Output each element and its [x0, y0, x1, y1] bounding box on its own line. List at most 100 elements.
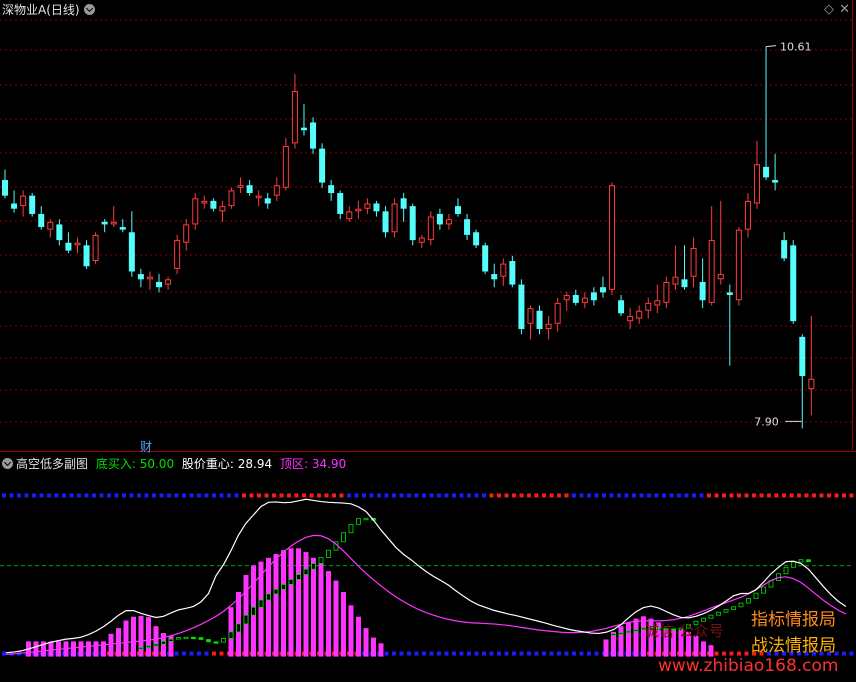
chart-title: 深物业A(日线) — [2, 1, 95, 18]
candle — [545, 315, 552, 340]
level-dot — [782, 493, 786, 498]
level-dot — [452, 493, 456, 498]
candle-body — [47, 221, 54, 230]
green-step — [791, 561, 796, 568]
candle — [300, 104, 307, 136]
candle-body — [183, 224, 190, 243]
close-icon[interactable]: ✕ — [839, 2, 850, 17]
green-step — [806, 559, 811, 563]
level-dot — [219, 651, 224, 656]
candle — [554, 297, 561, 332]
candle-body — [92, 234, 99, 262]
diamond-icon[interactable]: ◇ — [824, 2, 834, 17]
level-dot — [534, 493, 539, 498]
candle-body — [391, 203, 398, 233]
level-dot — [594, 651, 599, 656]
level-dot — [339, 493, 344, 498]
level-dot — [729, 651, 734, 656]
candle-body — [445, 219, 452, 225]
green-step — [146, 645, 151, 648]
level-dot — [587, 493, 591, 498]
level-dot — [527, 651, 531, 656]
candle-body — [2, 179, 8, 196]
level-dot — [579, 493, 584, 498]
candle — [337, 190, 344, 220]
green-step — [356, 518, 361, 525]
level-dot — [692, 493, 696, 498]
indicator-bar — [288, 548, 294, 657]
indicator-bar — [153, 626, 159, 657]
level-dot — [842, 493, 846, 498]
green-step — [303, 568, 309, 575]
candle-body — [527, 308, 534, 324]
indicator-bar — [356, 616, 361, 657]
level-dot — [174, 651, 179, 656]
indicator-bar — [326, 571, 331, 657]
green-step — [273, 588, 279, 595]
candle-body — [735, 229, 742, 301]
candle-body — [56, 224, 63, 241]
candle — [690, 237, 697, 288]
level-dot — [347, 493, 351, 498]
level-dot — [279, 493, 284, 498]
dropdown-icon[interactable] — [83, 4, 95, 15]
level-dot — [737, 493, 741, 498]
candle — [165, 276, 172, 290]
indicator-bar — [708, 645, 714, 657]
green-step — [626, 630, 631, 634]
level-dot — [407, 651, 411, 656]
level-dot — [302, 493, 306, 498]
watermark-url: www.zhibiao168.com — [658, 656, 839, 676]
level-dot — [632, 493, 636, 498]
max-price-label: 10.61 — [780, 41, 812, 54]
level-dot — [707, 493, 711, 498]
candle-body — [636, 310, 643, 319]
candle-body — [790, 245, 797, 322]
level-dot — [849, 493, 854, 498]
level-dot — [437, 493, 441, 498]
candle — [110, 206, 117, 228]
candle — [708, 206, 715, 306]
candle-body — [110, 221, 117, 225]
candle — [409, 203, 416, 246]
level-dot — [459, 493, 464, 498]
level-dot — [407, 493, 411, 498]
level-dot — [294, 493, 299, 498]
indicator-bar — [296, 548, 301, 657]
level-dot — [384, 651, 389, 656]
indicator-panel — [0, 493, 854, 657]
level-dot — [212, 493, 216, 498]
buy-value: 50.00 — [139, 457, 175, 471]
level-dot — [639, 493, 644, 498]
level-dot — [317, 493, 321, 498]
level-dot — [84, 493, 89, 498]
candle — [445, 213, 452, 230]
level-dot — [77, 493, 81, 498]
chart-stage: 10.61 7.90 深物业A(日线) ◇ ✕ 高空低多副图 底买入: 50.00… — [0, 0, 856, 682]
level-dot — [669, 493, 674, 498]
level-dot — [519, 493, 524, 498]
indicator-dropdown-icon[interactable] — [2, 458, 13, 469]
candle-body — [192, 198, 199, 225]
candle-body — [38, 213, 45, 228]
level-dot — [62, 493, 66, 498]
candle-body — [83, 245, 90, 267]
level-dot — [684, 493, 689, 498]
indicator-bar — [273, 554, 279, 657]
level-dot — [24, 493, 29, 498]
candle-body — [473, 232, 480, 246]
level-dot — [827, 493, 831, 498]
level-dot — [159, 493, 164, 498]
candle — [744, 193, 751, 238]
cai-marker[interactable]: 财 — [140, 438, 152, 455]
candle-body — [300, 127, 307, 131]
candle — [328, 179, 335, 201]
candle-body — [808, 378, 815, 390]
candle — [599, 276, 606, 298]
level-dot — [714, 651, 719, 656]
candle-body — [400, 198, 407, 209]
level-dot — [647, 493, 651, 498]
indicator-bar — [78, 641, 84, 657]
indicator-bar — [146, 617, 151, 657]
green-step — [138, 647, 144, 650]
